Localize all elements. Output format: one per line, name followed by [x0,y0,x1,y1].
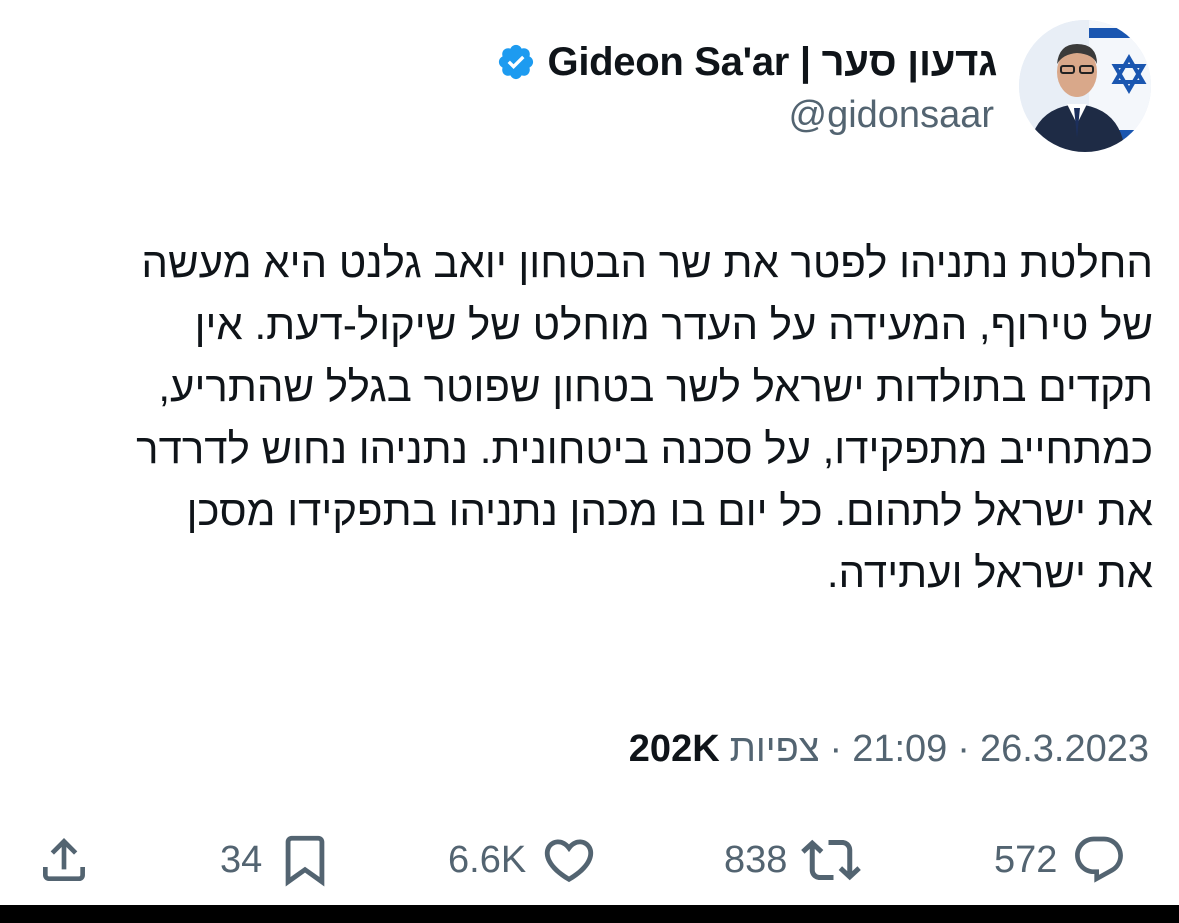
share-icon [36,832,92,888]
avatar[interactable] [1019,20,1151,152]
tweet-time[interactable]: 21:09 [852,728,947,771]
views-label: צפיות [729,727,820,770]
reply-icon [1071,832,1127,888]
author-handle[interactable]: @gidonsaar [789,94,994,137]
like-count: 6.6K [448,838,527,881]
retweet-button[interactable]: 838 [724,820,862,900]
meta-separator: · [829,727,843,770]
heart-icon [540,831,598,889]
tweet-text-line: את ישראל ועתידה. [826,549,1153,596]
meta-separator: · [957,727,970,770]
like-button[interactable]: 6.6K [448,820,598,900]
reply-button[interactable]: 572 [994,820,1127,900]
views-count[interactable]: 202K [629,728,720,771]
author-name-row[interactable]: גדעון סער | Gideon Sa'ar [496,36,998,88]
retweet-count: 838 [724,838,788,881]
tweet-date[interactable]: 26.3.2023 [980,728,1149,771]
tweet-text-line: תקדים בתולדות ישראל לשר בטחון שפוטר בגלל… [158,363,1153,410]
author-display-name[interactable]: גדעון סער | Gideon Sa'ar [548,40,998,85]
tweet-card: גדעון סער | Gideon Sa'ar @gidonsaar החלט… [0,0,1179,905]
tweet-text-line: את ישראל לתהום. כל יום בו מכהן נתניהו בת… [186,487,1153,534]
avatar-image [1019,20,1151,152]
bottom-edge [0,905,1179,923]
bookmark-count: 34 [220,838,263,881]
bookmark-icon [276,831,334,889]
share-button[interactable] [36,820,92,900]
verified-badge-icon[interactable] [496,42,536,82]
tweet-text-line: החלטת נתניהו לפטר את שר הבטחון יואב גלנט… [141,239,1153,286]
reply-count: 572 [994,838,1058,881]
retweet-icon [801,830,862,890]
tweet-actions: 572 838 6.6K 34 [0,820,1179,900]
tweet-text-line: של טירוף, המעידה על העדר מוחלט של שיקול-… [194,301,1153,348]
bookmark-button[interactable]: 34 [220,820,334,900]
tweet-meta: 26.3.2023 · 21:09 · צפיות 202K [629,724,1149,774]
tweet-text: החלטת נתניהו לפטר את שר הבטחון יואב גלנט… [13,232,1153,604]
tweet-text-line: כמתחייב מתפקידו, על סכנה ביטחונית. נתניה… [136,425,1153,472]
